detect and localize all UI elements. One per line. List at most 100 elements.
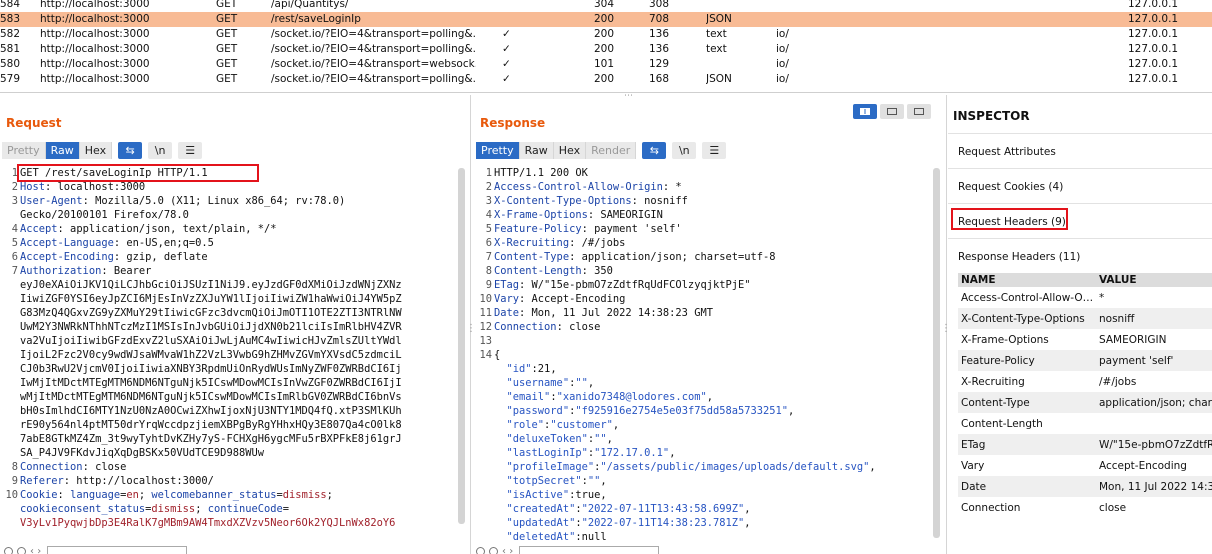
table-row[interactable]: Feature-Policy payment 'self' [958,350,1212,371]
request-menu-icon[interactable]: ☰ [178,142,203,159]
history-cell-ext: io/ [776,73,789,85]
inspector-request-cookies[interactable]: Request Cookies (4) [948,168,1212,203]
response-text[interactable]: HTTP/1.1 200 OK Access-Control-Allow-Orig… [494,166,876,544]
history-row[interactable]: 580 http://localhost:3000 GET/socket.io/?E… [0,57,1212,72]
forward-icon[interactable]: › [509,546,513,554]
settings-icon[interactable] [489,546,498,554]
request-actions-icon[interactable]: ⇆ [118,142,143,159]
request-editor[interactable]: 1 2 3 4 5 6 7 8 9 10 GET /rest/saveLoginIp HTTP/1… [2,166,456,544]
code-token: "" [594,433,607,445]
code-token: dismiss [151,503,196,515]
response-menu-icon[interactable]: ☰ [702,142,727,159]
code-token: X-Frame-Options [494,209,588,221]
request-tab-pretty[interactable]: Pretty [2,142,46,159]
history-row[interactable]: 579 http://localhost:3000 GET/socket.io/?E… [0,72,1212,86]
history-cell-length: 308 [649,0,670,10]
layout-tabs-button[interactable] [907,104,931,119]
history-cell-host: http://localhost:3000 [40,13,150,25]
table-row[interactable]: Vary Accept-Encoding [958,455,1212,476]
inspector-grip-icon[interactable]: ⋮ [941,324,951,334]
response-search-input[interactable] [519,546,660,554]
help-icon[interactable] [4,546,13,554]
inspector-response-headers[interactable]: Response Headers (11) [948,238,1212,273]
line-number: 2 [11,181,18,193]
code-line: bH0sImlhdCI6MTY1NzU0NzA0OCwiZXhwIjoxNjU3… [20,404,402,418]
table-row[interactable]: Access-Control-Allow-Origin * [958,287,1212,308]
line-number: 9 [11,475,18,487]
history-cell-method: GET [216,58,238,70]
response-scrollbar[interactable] [933,168,940,538]
history-cell-edited: ✓ [502,58,511,70]
code-token: "" [575,377,588,389]
code-token: : en-US,en;q=0.5 [113,237,214,249]
code-token: IwMjItMDctMTEgMTM6NDM6NTguNjk5ICswMDowMC… [20,377,402,389]
header-name: ETag [961,438,986,451]
history-row[interactable]: 582 http://localhost:3000 GET/socket.io/?E… [0,27,1212,42]
code-token: , [744,517,751,529]
history-cell-ext: io/ [776,43,789,55]
history-row[interactable]: 584 http://localhost:3000 GET/api/Quantity… [0,0,1212,12]
splitter-grip-icon[interactable]: ⋯ [624,92,633,101]
code-line: Cookie: language=en; welcomebanner_statu… [20,488,402,502]
code-line: IjoiL2Fzc2V0cy9wdWJsaWMvaW1hZ2VzL3VwbG9h… [20,348,402,362]
header-value: application/json; charset=utf-8 [1099,396,1212,409]
code-token: Connection [20,461,83,473]
code-token: Host [20,181,46,193]
forward-icon[interactable]: › [37,546,41,554]
code-token: "id" [494,363,532,375]
code-token: X-Content-Type-Options [494,195,632,207]
help-icon[interactable] [476,546,485,554]
table-row[interactable]: X-Recruiting /#/jobs [958,371,1212,392]
line-number [2,404,18,418]
code-token: , [744,503,751,515]
history-row[interactable]: 583 http://localhost:3000 GET/rest/saveLog… [0,12,1212,27]
table-row[interactable]: Content-Type application/json; charset=ut… [958,392,1212,413]
response-editor[interactable]: 1 2 3 4 5 6 7 8 9 10 11 12 13 14 HTTP/1.1 200 OK Acces… [476,166,931,544]
request-text[interactable]: GET /rest/saveLoginIp HTTP/1.1 Host: loca… [20,166,402,530]
history-row[interactable]: 581 http://localhost:3000 GET/socket.io/?E… [0,42,1212,57]
header-name: Access-Control-Allow-Origin [961,291,1095,304]
response-tab-raw[interactable]: Raw [519,142,554,159]
response-tab-pretty[interactable]: Pretty [476,142,520,159]
request-newline-toggle[interactable]: \n [148,142,173,159]
settings-icon[interactable] [17,546,26,554]
code-token: : 350 [581,265,613,277]
line-number: 8 [11,461,18,473]
response-newline-toggle[interactable]: \n [672,142,697,159]
response-tab-hex[interactable]: Hex [553,142,587,159]
layout-split-vertical-button[interactable] [880,104,904,119]
table-row[interactable]: Connection close [958,497,1212,518]
table-row[interactable]: Content-Length [958,413,1212,434]
code-token: "lastLoginIp" [494,447,588,459]
table-row[interactable]: ETag W/"15e-pbmO7zZdtfRqUdFCOlzyqjktPjE" [958,434,1212,455]
code-token: : [57,489,71,501]
back-icon[interactable]: ‹ [30,546,34,554]
response-actions-icon[interactable]: ⇆ [642,142,667,159]
code-token: Accept-Encoding [20,251,114,263]
request-tab-raw[interactable]: Raw [45,142,80,159]
code-token: "isActive" [494,489,570,501]
header-value: payment 'self' [1099,354,1174,367]
divider-grip-icon[interactable]: ⋮ [466,324,476,334]
response-search-bar: ‹ › [476,546,660,554]
request-scrollbar[interactable] [458,168,465,524]
layout-split-horizontal-button[interactable] [853,104,877,119]
table-row[interactable]: X-Content-Type-Options nosniff [958,308,1212,329]
code-line: Access-Control-Allow-Origin: * [494,180,876,194]
response-tab-render[interactable]: Render [586,142,637,159]
code-line: X-Frame-Options: SAMEORIGIN [494,208,876,222]
inspector-request-attributes[interactable]: Request Attributes [948,133,1212,168]
code-token: : payment 'self' [581,223,682,235]
code-token: en [126,489,139,501]
request-tab-hex[interactable]: Hex [79,142,113,159]
line-number [2,208,18,222]
back-icon[interactable]: ‹ [502,546,506,554]
line-number: 13 [479,335,492,347]
table-row[interactable]: Date Mon, 11 Jul 2022 14:38:23 GMT [958,476,1212,497]
line-number: 11 [479,307,492,319]
table-row[interactable]: X-Frame-Options SAMEORIGIN [958,329,1212,350]
code-line: Connection: close [494,320,876,334]
code-token: : Mon, 11 Jul 2022 14:38:23 GMT [519,307,713,319]
code-line: Gecko/20100101 Firefox/78.0 [20,208,402,222]
request-search-input[interactable] [47,546,188,554]
